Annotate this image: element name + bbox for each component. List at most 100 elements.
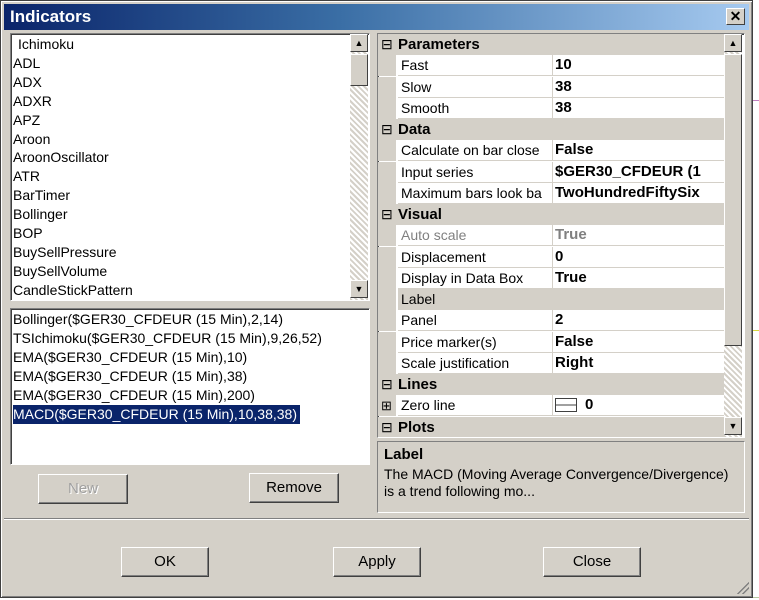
category-label: Visual [398, 206, 442, 223]
property-value[interactable]: 38 [551, 77, 728, 98]
property-value[interactable]: 38 [551, 98, 728, 119]
property-value[interactable]: True [551, 225, 728, 247]
indicator-list-item[interactable]: ADX [13, 73, 42, 92]
scroll-down-icon[interactable]: ▼ [724, 417, 742, 435]
indicator-list-item[interactable]: BarTimer [13, 186, 70, 205]
property-row[interactable]: Panel 2 [378, 310, 728, 332]
category-parameters[interactable]: ⊟ Parameters [378, 34, 724, 55]
row-gutter [378, 267, 396, 289]
scroll-up-icon[interactable]: ▲ [724, 34, 742, 52]
category-visual[interactable]: ⊟ Visual [378, 204, 724, 225]
indicator-list-item[interactable]: ADL [13, 54, 40, 73]
property-row[interactable]: Scale justification Right [378, 352, 728, 374]
property-name: Calculate on bar close [398, 140, 553, 162]
scroll-thumb[interactable] [350, 54, 368, 86]
applied-indicator-item[interactable]: EMA($GER30_CFDEUR (15 Min),200) [13, 386, 258, 405]
property-value[interactable]: 0 [551, 395, 728, 417]
indicator-list-item[interactable]: ADXR [13, 92, 52, 111]
property-name: Panel [398, 310, 553, 332]
scroll-up-icon[interactable]: ▲ [350, 34, 368, 52]
scroll-down-icon[interactable]: ▼ [350, 280, 368, 298]
applied-indicator-item[interactable]: EMA($GER30_CFDEUR (15 Min),10) [13, 348, 250, 367]
property-row[interactable]: Maximum bars look ba TwoHundredFiftySix [378, 182, 728, 204]
property-value[interactable]: 0 [551, 247, 728, 268]
indicator-list-item[interactable]: CandleStickPattern [13, 281, 133, 300]
property-row[interactable]: Auto scale True [378, 225, 728, 247]
property-row[interactable]: ⊞ Zero line 0 [378, 395, 728, 417]
category-label: Parameters [398, 36, 480, 53]
indicator-list-item[interactable]: BuySellPressure [13, 243, 117, 262]
row-gutter [378, 352, 396, 374]
category-data[interactable]: ⊟ Data [378, 119, 724, 140]
collapse-icon[interactable]: ⊟ [381, 34, 393, 55]
indicator-list-item[interactable]: Bollinger [13, 205, 67, 224]
applied-indicator-item[interactable]: MACD($GER30_CFDEUR (15 Min),10,38,38) [13, 405, 300, 424]
property-row[interactable]: Slow 38 [378, 76, 728, 98]
row-gutter: ⊞ [378, 395, 396, 417]
close-icon[interactable]: ✕ [726, 8, 745, 25]
property-name: Slow [398, 76, 553, 98]
property-value[interactable]: False [551, 332, 728, 353]
property-grid[interactable]: ⊟ Parameters Fast 10 Slow 38 Smooth 38 ⊟ Data Calc… [377, 33, 745, 438]
indicator-list-item[interactable]: BOP [13, 224, 43, 243]
property-grid-scrollbar[interactable]: ▲ ▼ [724, 34, 742, 437]
property-value[interactable]: 10 [551, 55, 728, 77]
category-lines[interactable]: ⊟ Lines [378, 374, 724, 395]
collapse-icon[interactable]: ⊟ [381, 417, 393, 438]
row-gutter [378, 289, 396, 310]
applied-indicators-list[interactable]: Bollinger($GER30_CFDEUR (15 Min),2,14) TS… [10, 308, 370, 465]
indicator-list[interactable]: Ichimoku ADL ADX ADXR APZ Aroon AroonOscillato… [10, 33, 370, 301]
property-name: Display in Data Box [398, 267, 553, 289]
applied-indicator-item[interactable]: Bollinger($GER30_CFDEUR (15 Min),2,14) [13, 310, 286, 329]
indicator-list-item[interactable]: Ichimoku [18, 35, 74, 54]
property-value-text: 0 [585, 396, 594, 414]
property-name: Auto scale [398, 225, 553, 247]
collapse-icon[interactable]: ⊟ [381, 374, 393, 395]
category-plots[interactable]: ⊟ Plots [378, 416, 724, 438]
title-bar[interactable]: Indicators ✕ [4, 4, 749, 30]
property-row[interactable]: Input series $GER30_CFDEUR (1 [378, 161, 728, 183]
property-row[interactable]: Displacement 0 [378, 246, 728, 268]
indicator-list-item[interactable]: AroonOscillator [13, 148, 109, 167]
row-gutter [378, 55, 396, 77]
divider [4, 518, 749, 520]
property-value[interactable]: $GER30_CFDEUR (1 [551, 162, 728, 183]
description-text: The MACD (Moving Average Convergence/Div… [384, 466, 729, 499]
property-name: Price marker(s) [398, 331, 553, 353]
property-row[interactable]: Calculate on bar close False [378, 140, 728, 162]
expand-icon[interactable]: ⊞ [381, 395, 392, 416]
row-gutter [378, 161, 396, 183]
indicator-list-item[interactable]: BuySellVolume [13, 262, 107, 281]
scroll-thumb[interactable] [724, 54, 742, 346]
row-gutter [378, 76, 396, 98]
indicator-list-item[interactable]: Aroon [13, 130, 50, 149]
property-value[interactable]: 2 [551, 310, 728, 332]
property-row[interactable]: Smooth 38 [378, 97, 728, 119]
resize-grip-icon[interactable] [737, 582, 749, 594]
property-row[interactable]: Display in Data Box True [378, 267, 728, 289]
property-row[interactable]: Fast 10 [378, 55, 728, 77]
property-row[interactable]: Price marker(s) False [378, 331, 728, 353]
new-button[interactable]: New [38, 474, 128, 504]
applied-indicator-item[interactable]: EMA($GER30_CFDEUR (15 Min),38) [13, 367, 250, 386]
property-value[interactable]: False [551, 140, 728, 162]
property-value[interactable]: True [551, 268, 728, 289]
property-value[interactable]: Right [551, 353, 728, 374]
indicator-list-item[interactable]: ATR [13, 167, 40, 186]
indicators-dialog: Indicators ✕ Ichimoku ADL ADX ADXR APZ Aroon A… [0, 0, 753, 598]
row-gutter [378, 225, 396, 247]
collapse-icon[interactable]: ⊟ [381, 204, 393, 225]
dialog-title: Indicators [10, 7, 92, 26]
applied-indicator-item[interactable]: TSIchimoku($GER30_CFDEUR (15 Min),9,26,5… [13, 329, 325, 348]
property-value[interactable] [551, 289, 728, 310]
remove-button[interactable]: Remove [249, 473, 339, 503]
collapse-icon[interactable]: ⊟ [381, 119, 393, 140]
row-gutter [378, 331, 396, 353]
close-button[interactable]: Close [543, 547, 641, 577]
indicator-list-item[interactable]: APZ [13, 111, 40, 130]
apply-button[interactable]: Apply [333, 547, 421, 577]
ok-button[interactable]: OK [121, 547, 209, 577]
property-value[interactable]: TwoHundredFiftySix [551, 183, 728, 204]
indicator-list-scrollbar[interactable]: ▲ ▼ [350, 34, 368, 300]
property-row[interactable]: Label [378, 289, 728, 310]
